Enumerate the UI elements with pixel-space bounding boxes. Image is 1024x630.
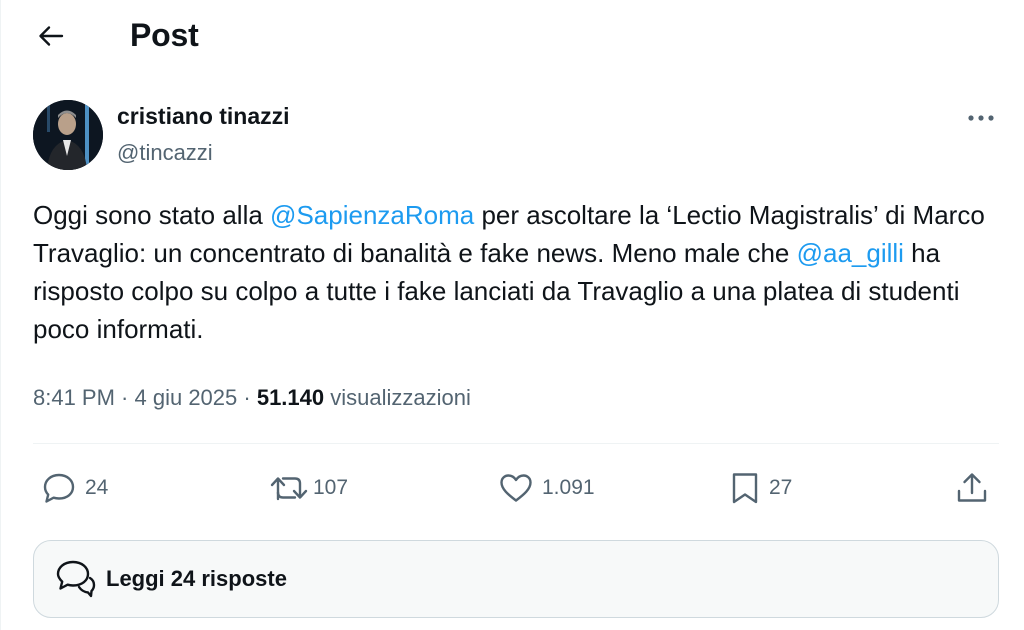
- reply-bubble-icon: [43, 473, 75, 503]
- share-icon: [957, 473, 987, 502]
- heart-icon: [500, 474, 532, 502]
- read-replies-label: Leggi 24 risposte: [106, 566, 287, 591]
- bookmark-button[interactable]: 27: [729, 468, 792, 508]
- like-count: 1.091: [542, 476, 595, 499]
- divider: [33, 443, 999, 444]
- share-button[interactable]: [955, 468, 989, 508]
- repost-icon: [270, 477, 308, 501]
- author-display-name[interactable]: cristiano tinazzi: [117, 103, 290, 130]
- arrow-left-icon: [39, 26, 64, 46]
- page-title: Post: [130, 17, 199, 53]
- more-horizontal-icon: [968, 115, 994, 121]
- tweet-text-segment: Oggi sono stato alla: [33, 200, 271, 230]
- mention-link-sapienzaroma[interactable]: @SapienzaRoma: [270, 200, 474, 230]
- speech-bubbles-icon: [50, 554, 100, 604]
- avatar[interactable]: [33, 100, 103, 170]
- mention-link-aa-gilli[interactable]: @aa_gilli: [797, 238, 904, 268]
- back-button[interactable]: [29, 16, 73, 56]
- repost-button[interactable]: 107: [269, 468, 348, 508]
- meta-separator: ·: [237, 385, 257, 410]
- author-handle[interactable]: @tincazzi: [117, 140, 213, 166]
- bookmark-icon: [732, 473, 758, 504]
- bookmark-count: 27: [769, 476, 793, 499]
- read-replies-button[interactable]: Leggi 24 risposte: [33, 540, 999, 618]
- header: Post: [1, 0, 1024, 72]
- views-label: visualizzazioni: [324, 385, 471, 410]
- post-time[interactable]: 8:41 PM: [33, 385, 115, 410]
- post-detail-page: Post cristiano tinazzi @tincazzi Oggi so…: [0, 0, 1024, 630]
- reply-count: 24: [85, 476, 109, 499]
- repost-count: 107: [313, 476, 349, 499]
- views-count: 51.140: [256, 385, 325, 410]
- post-date[interactable]: 4 giu 2025: [135, 385, 238, 410]
- reply-button[interactable]: 24: [41, 468, 108, 508]
- meta-separator: ·: [114, 385, 135, 410]
- more-options-button[interactable]: [961, 104, 1001, 132]
- tweet-text: Oggi sono stato alla @SapienzaRoma per a…: [33, 196, 1008, 348]
- like-button[interactable]: 1.091: [498, 468, 595, 508]
- tweet-meta: 8:41 PM · 4 giu 2025 · 51.140 visualizza…: [33, 385, 471, 411]
